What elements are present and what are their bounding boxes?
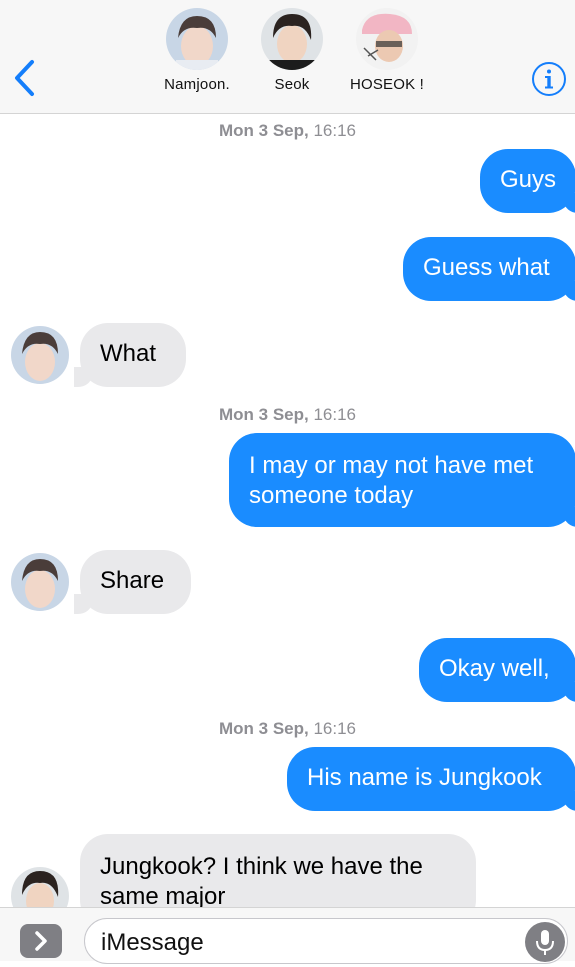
participant-namjoon[interactable]: Namjoon.: [147, 8, 247, 93]
message-input[interactable]: [99, 925, 523, 961]
timestamp: Mon 3 Sep, 16:16: [218, 121, 356, 140]
conversation-header: Namjoon. Seok HOSEOK !: [0, 0, 575, 114]
participant-name: Namjoon.: [164, 76, 230, 93]
info-icon: [532, 62, 566, 96]
avatar: [261, 8, 323, 70]
chevron-right-icon: [35, 931, 47, 951]
timestamp: Mon 3 Sep, 16:16: [218, 405, 356, 424]
outgoing-message[interactable]: Guys: [480, 149, 575, 213]
back-button[interactable]: [10, 58, 40, 98]
participant-name: HOSEOK !: [349, 76, 425, 93]
microphone-icon: [536, 930, 554, 955]
message-field[interactable]: [84, 918, 568, 964]
timestamp: Mon 3 Sep, 16:16: [218, 719, 356, 738]
avatar: [166, 8, 228, 70]
info-button[interactable]: [531, 61, 567, 97]
avatar: [356, 8, 418, 70]
compose-bar: [0, 907, 575, 964]
participant-seok[interactable]: Seok: [242, 8, 342, 93]
sender-avatar: [11, 553, 69, 611]
participant-hoseok[interactable]: HOSEOK !: [337, 8, 437, 93]
incoming-message[interactable]: Share: [74, 550, 191, 614]
incoming-message[interactable]: What: [74, 323, 186, 387]
outgoing-message[interactable]: Okay well,: [419, 638, 575, 702]
outgoing-message[interactable]: I may or may not have met someone today: [229, 433, 575, 527]
apps-button[interactable]: [20, 924, 62, 958]
dictation-button[interactable]: [525, 922, 565, 962]
sender-avatar: [11, 326, 69, 384]
outgoing-message[interactable]: His name is Jungkook: [287, 747, 575, 811]
outgoing-message[interactable]: Guess what: [403, 237, 575, 301]
participant-name: Seok: [274, 76, 310, 93]
chevron-left-icon: [15, 60, 34, 96]
